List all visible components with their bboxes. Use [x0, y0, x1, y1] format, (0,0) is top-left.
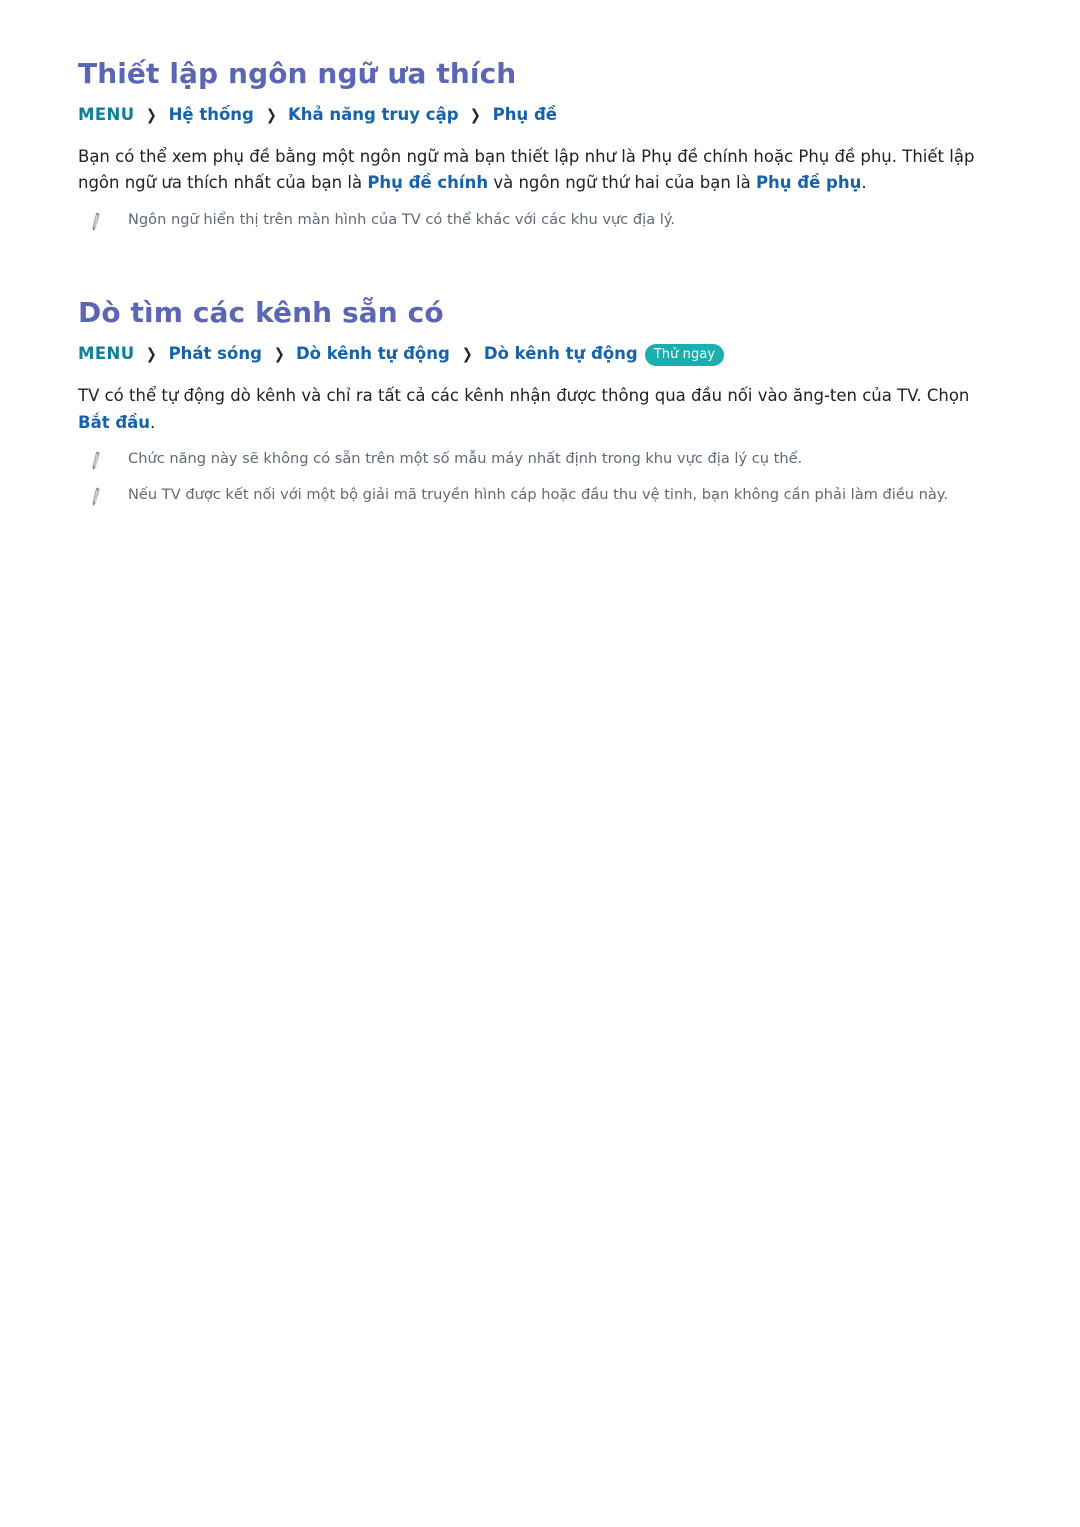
note-item: Nếu TV được kết nối với một bộ giải mã t… — [78, 484, 1002, 508]
breadcrumb-item-2[interactable]: Khả năng truy cập — [288, 105, 459, 124]
note-text: Chức năng này sẽ không có sẵn trên một s… — [128, 450, 803, 468]
chevron-right-icon: ❯ — [146, 345, 157, 364]
note-item: Ngôn ngữ hiển thị trên màn hình của TV c… — [78, 209, 1002, 233]
breadcrumb-root-menu[interactable]: MENU — [78, 105, 135, 124]
page-title: Thiết lập ngôn ngữ ưa thích — [78, 57, 517, 90]
breadcrumb-item-3[interactable]: Dò kênh tự động — [484, 344, 638, 363]
section-preferred-language: Thiết lập ngôn ngữ ưa thích MENU ❯ Hệ th… — [78, 56, 1002, 233]
breadcrumb-item-2[interactable]: Dò kênh tự động — [296, 344, 450, 363]
paragraph-part-2: và ngôn ngữ thứ hai của bạn là — [488, 173, 756, 193]
paragraph-part-3: . — [861, 173, 867, 193]
chevron-right-icon: ❯ — [461, 345, 473, 364]
breadcrumb-root-menu[interactable]: MENU — [78, 344, 135, 363]
note-text: Ngôn ngữ hiển thị trên màn hình của TV c… — [128, 211, 676, 229]
chevron-right-icon: ❯ — [470, 106, 481, 124]
chevron-right-icon: ❯ — [265, 106, 277, 124]
pencil-icon — [86, 486, 108, 508]
paragraph-highlight-1: Bắt đầu — [78, 412, 151, 432]
section-paragraph: TV có thể tự động dò kênh và chỉ ra tất … — [78, 383, 993, 436]
document-page: Thiết lập ngôn ngữ ưa thích MENU ❯ Hệ th… — [0, 0, 1080, 1527]
breadcrumb: MENU ❯ Phát sóng ❯ Dò kênh tự động ❯ Dò … — [78, 342, 1002, 367]
note-text: Nếu TV được kết nối với một bộ giải mã t… — [128, 486, 949, 504]
paragraph-highlight-2: Phụ đề phụ — [755, 173, 862, 193]
breadcrumb-item-1[interactable]: Hệ thống — [169, 105, 254, 124]
breadcrumb: MENU ❯ Hệ thống ❯ Khả năng truy cập ❯ Ph… — [78, 103, 1002, 128]
paragraph-part-1: TV có thể tự động dò kênh và chỉ ra tất … — [78, 385, 970, 405]
section-paragraph: Bạn có thể xem phụ đề bằng một ngôn ngữ … — [78, 144, 993, 197]
page-title: Dò tìm các kênh sẵn có — [78, 296, 444, 330]
section-auto-channel-scan: Dò tìm các kênh sẵn có MENU ❯ Phát sóng … — [78, 295, 1002, 508]
chevron-right-icon: ❯ — [146, 106, 157, 124]
note-item: Chức năng này sẽ không có sẵn trên một s… — [78, 448, 1002, 472]
chevron-right-icon: ❯ — [273, 345, 285, 364]
try-now-badge[interactable]: Thử ngay — [644, 344, 725, 367]
paragraph-part-2: . — [150, 412, 156, 432]
pencil-icon — [86, 450, 108, 472]
breadcrumb-item-3[interactable]: Phụ đề — [493, 105, 557, 124]
paragraph-highlight-1: Phụ đề chính — [367, 173, 489, 193]
breadcrumb-item-1[interactable]: Phát sóng — [169, 344, 262, 363]
pencil-icon — [86, 211, 108, 233]
